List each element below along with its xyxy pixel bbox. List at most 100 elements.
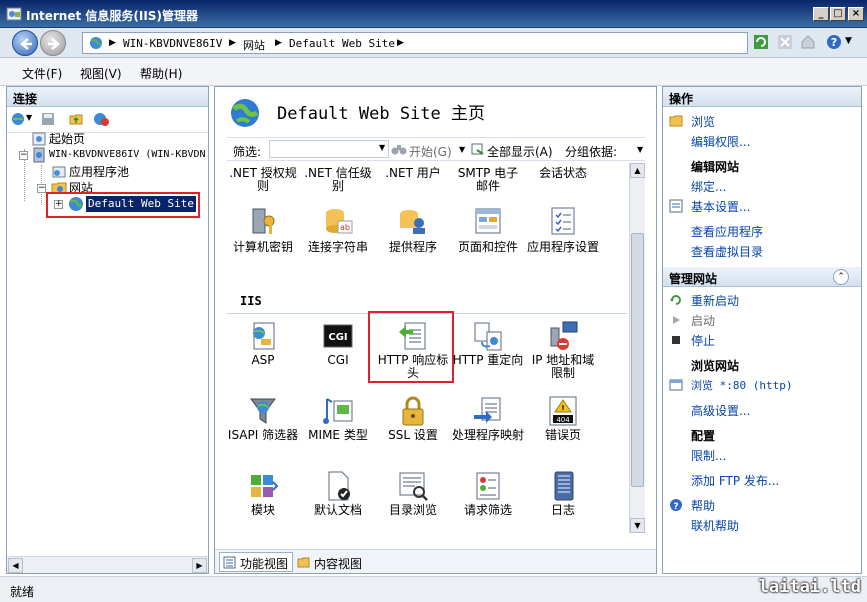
- help-icon[interactable]: ?: [826, 34, 842, 50]
- feature-vertical-scrollbar[interactable]: ▲ ▼: [629, 163, 645, 533]
- request-filtering-icon[interactable]: [472, 470, 504, 502]
- restart-link[interactable]: 重新启动: [691, 292, 739, 309]
- scroll-right-icon[interactable]: ▶: [192, 558, 207, 573]
- crumb-server[interactable]: WIN-KBVDNVE86IV: [123, 37, 222, 50]
- stop-link[interactable]: 停止: [691, 332, 715, 349]
- disconnect-icon[interactable]: [93, 112, 109, 126]
- feature-session-state[interactable]: 会话状态: [527, 167, 599, 180]
- http-response-headers-icon[interactable]: [397, 320, 429, 352]
- feature-logging[interactable]: 日志: [527, 504, 599, 517]
- save-icon[interactable]: [41, 112, 55, 126]
- feature-isapi-filters[interactable]: ISAPI 筛选器: [227, 429, 299, 442]
- crumb-sites[interactable]: 网站: [243, 37, 265, 53]
- collapse-icon[interactable]: −: [37, 184, 46, 193]
- feature-connection-strings[interactable]: 连接字符串: [302, 241, 374, 254]
- feature-cgi[interactable]: CGI: [302, 354, 374, 367]
- address-box[interactable]: ▶ WIN-KBVDNVE86IV ▶ 网站 ▶ Default Web Sit…: [82, 32, 748, 54]
- start-filter-button[interactable]: 开始(G): [409, 143, 452, 160]
- feature-ssl-settings[interactable]: SSL 设置: [377, 429, 449, 442]
- online-help-link[interactable]: 联机帮助: [691, 517, 739, 534]
- collapse-section-icon[interactable]: ⌃: [833, 269, 849, 285]
- bindings-link[interactable]: 绑定...: [691, 178, 726, 195]
- feature-ip-restrictions[interactable]: IP 地址和域限制: [527, 354, 599, 380]
- error-pages-icon[interactable]: ! 404: [547, 395, 579, 427]
- group-by-dropdown-icon[interactable]: ▼: [637, 145, 643, 154]
- minimize-button[interactable]: _: [813, 7, 829, 21]
- stop-icon[interactable]: [777, 34, 793, 50]
- handler-mappings-icon[interactable]: [472, 395, 504, 427]
- feature-default-document[interactable]: 默认文档: [302, 504, 374, 517]
- feature-error-pages[interactable]: 错误页: [527, 429, 599, 442]
- feature-app-settings[interactable]: 应用程序设置: [527, 241, 599, 254]
- limits-link[interactable]: 限制...: [691, 447, 726, 464]
- machine-key-icon[interactable]: [247, 205, 279, 237]
- ip-domain-restrictions-icon[interactable]: [547, 320, 579, 352]
- maximize-button[interactable]: □: [830, 7, 846, 21]
- directory-browsing-icon[interactable]: [397, 470, 429, 502]
- view-applications-link[interactable]: 查看应用程序: [691, 223, 763, 240]
- help-dropdown-icon[interactable]: ▼: [845, 36, 852, 46]
- feature-asp[interactable]: ASP: [227, 354, 299, 367]
- menu-help[interactable]: 帮助(H): [140, 65, 182, 82]
- browse-port-80-link[interactable]: 浏览 *:80 (http): [691, 377, 792, 393]
- providers-icon[interactable]: [397, 205, 429, 237]
- feature-modules[interactable]: 模块: [227, 504, 299, 517]
- app-settings-icon[interactable]: [547, 205, 579, 237]
- feature-http-response-headers[interactable]: HTTP 响应标头: [377, 354, 449, 380]
- isapi-filters-icon[interactable]: [247, 395, 279, 427]
- feature-providers[interactable]: 提供程序: [377, 241, 449, 254]
- dropdown-icon[interactable]: ▼: [26, 113, 32, 122]
- up-folder-icon[interactable]: [69, 112, 83, 126]
- scroll-up-icon[interactable]: ▲: [630, 163, 645, 178]
- tab-features-view[interactable]: 功能视图: [219, 552, 294, 572]
- scroll-left-icon[interactable]: ◀: [8, 558, 23, 573]
- close-button[interactable]: ×: [848, 7, 864, 21]
- left-horizontal-scrollbar[interactable]: ◀ ▶: [7, 556, 208, 573]
- feature-directory-browsing[interactable]: 目录浏览: [377, 504, 449, 517]
- feature-http-redirect[interactable]: HTTP 重定向: [452, 354, 524, 367]
- help-link[interactable]: 帮助: [691, 497, 715, 514]
- filter-dropdown-icon[interactable]: ▼: [379, 143, 385, 152]
- filter-input[interactable]: [269, 140, 389, 158]
- pages-controls-icon[interactable]: [472, 205, 504, 237]
- collapse-icon[interactable]: −: [19, 151, 28, 160]
- advanced-settings-link[interactable]: 高级设置...: [691, 402, 750, 419]
- scrollbar-thumb[interactable]: [631, 233, 644, 487]
- feature-mime-types[interactable]: MIME 类型: [302, 429, 374, 442]
- start-link[interactable]: 启动: [691, 312, 715, 329]
- feature-net-users[interactable]: .NET 用户: [377, 167, 449, 180]
- scroll-down-icon[interactable]: ▼: [630, 518, 645, 533]
- add-ftp-link[interactable]: 添加 FTP 发布...: [691, 472, 779, 489]
- feature-request-filtering[interactable]: 请求筛选: [452, 504, 524, 517]
- mime-types-icon[interactable]: [322, 395, 354, 427]
- forward-button[interactable]: [40, 30, 66, 56]
- modules-icon[interactable]: [247, 470, 279, 502]
- expand-icon[interactable]: +: [54, 200, 63, 209]
- logging-icon[interactable]: [547, 470, 579, 502]
- menu-view[interactable]: 视图(V): [80, 65, 122, 82]
- start-dropdown-icon[interactable]: ▼: [459, 145, 465, 154]
- crumb-site[interactable]: Default Web Site: [289, 37, 395, 50]
- view-virtual-dirs-link[interactable]: 查看虚拟目录: [691, 243, 763, 260]
- tab-content-view[interactable]: 内容视图: [293, 552, 368, 572]
- feature-pages-controls[interactable]: 页面和控件: [452, 241, 524, 254]
- connect-globe-icon[interactable]: [11, 112, 25, 126]
- connection-strings-icon[interactable]: ab: [322, 205, 354, 237]
- feature-machine-key[interactable]: 计算机密钥: [227, 241, 299, 254]
- edit-permissions-link[interactable]: 编辑权限...: [691, 133, 750, 150]
- home-icon[interactable]: [800, 34, 816, 50]
- feature-net-trust[interactable]: .NET 信任级别: [302, 167, 374, 193]
- feature-handler-mappings[interactable]: 处理程序映射: [452, 429, 524, 442]
- default-document-icon[interactable]: [322, 470, 354, 502]
- ssl-lock-icon[interactable]: [397, 395, 429, 427]
- show-all-button[interactable]: 全部显示(A): [487, 143, 553, 160]
- back-button[interactable]: [12, 30, 38, 56]
- feature-smtp[interactable]: SMTP 电子邮件: [452, 167, 524, 193]
- http-redirect-icon[interactable]: [472, 320, 504, 352]
- refresh-icon[interactable]: [753, 34, 769, 50]
- cgi-icon[interactable]: CGI: [322, 320, 354, 352]
- basic-settings-link[interactable]: 基本设置...: [691, 198, 750, 215]
- asp-icon[interactable]: [247, 320, 279, 352]
- menu-file[interactable]: 文件(F): [22, 65, 62, 82]
- feature-net-authorization[interactable]: .NET 授权规则: [227, 167, 299, 193]
